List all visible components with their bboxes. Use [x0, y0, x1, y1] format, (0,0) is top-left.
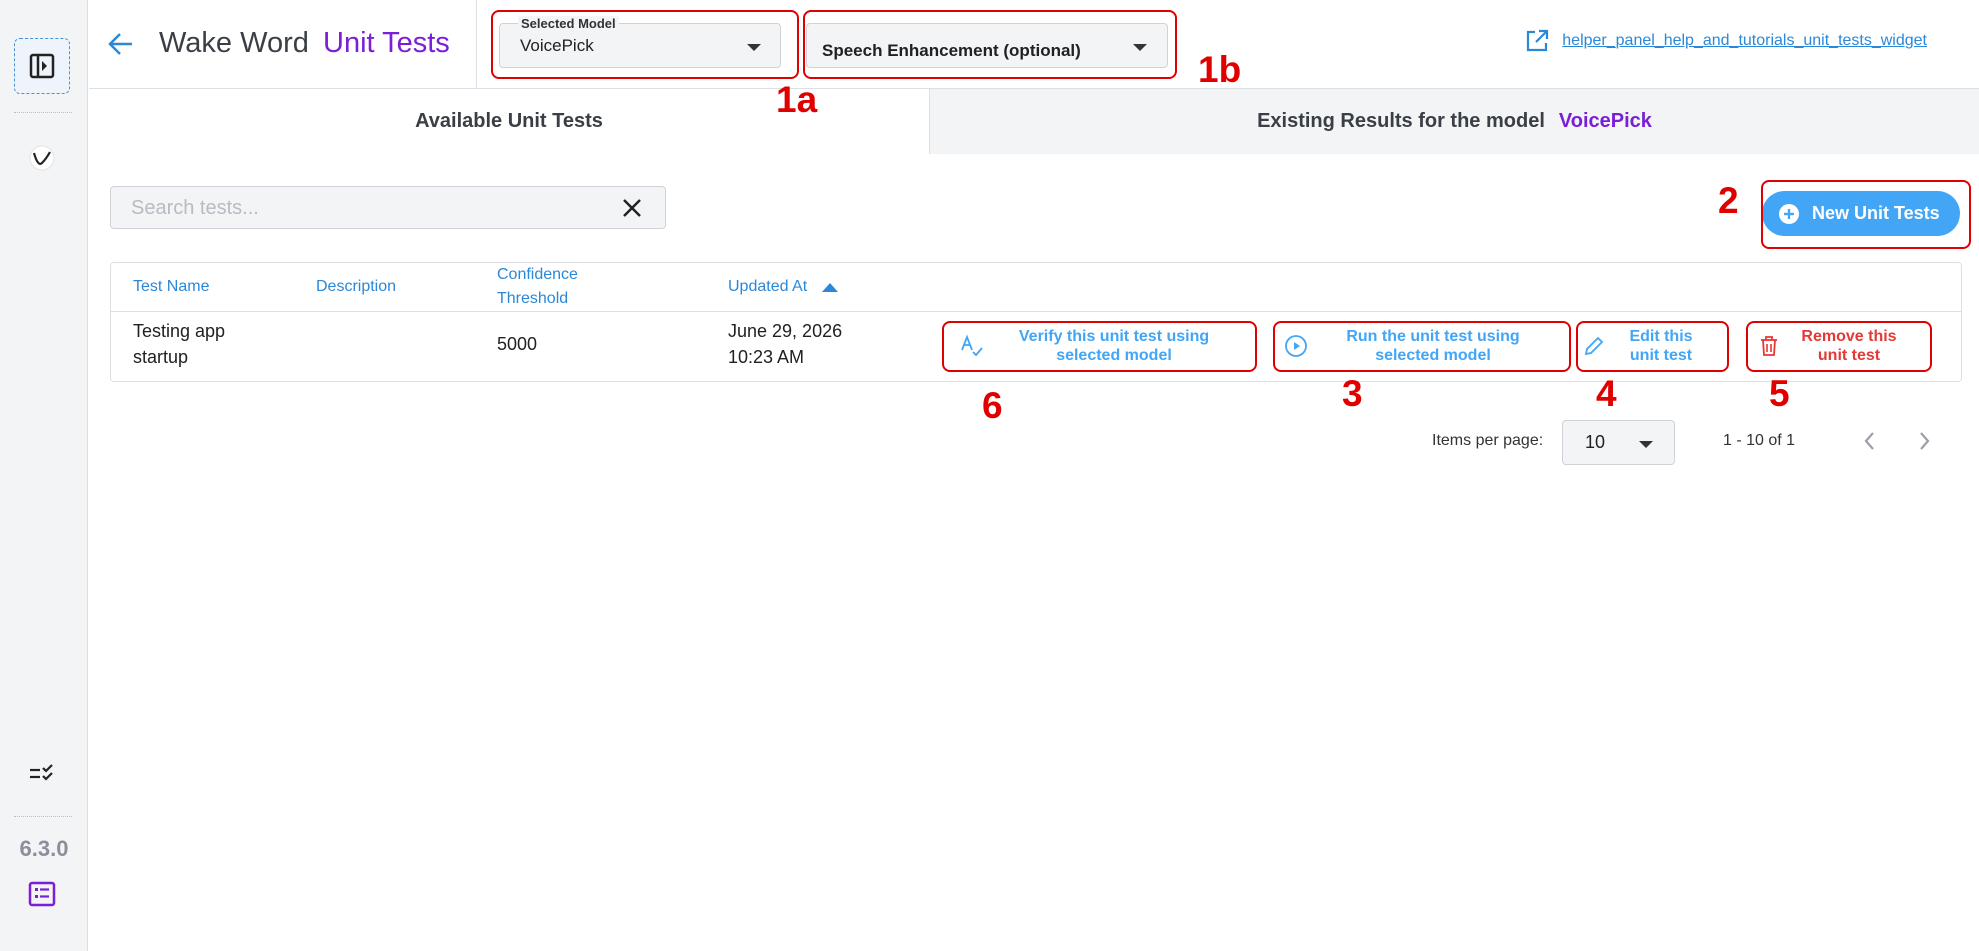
annotation-box-1b	[803, 10, 1177, 79]
annotation-4: 4	[1596, 373, 1617, 414]
annotation-box-5	[1746, 321, 1932, 372]
table-header: Test Name Description Confidence Thresho…	[111, 263, 1961, 312]
annotation-box-1a	[491, 10, 799, 79]
wave-icon	[29, 145, 55, 171]
annotation-1b: 1b	[1198, 49, 1242, 90]
sidebar: 6.3.0	[0, 0, 88, 951]
back-arrow-icon[interactable]	[103, 26, 139, 62]
tab-model-name: VoicePick	[1558, 110, 1652, 132]
panel-toggle-icon	[29, 53, 55, 79]
chevron-right-icon[interactable]	[1912, 428, 1936, 454]
column-header-description[interactable]: Description	[316, 275, 396, 299]
sidebar-item-wake-word[interactable]	[14, 130, 70, 186]
items-per-page-label: Items per page:	[1432, 432, 1544, 449]
checklist-icon	[30, 764, 53, 781]
page-title: Wake Word	[159, 27, 309, 59]
sidebar-item-release-notes[interactable]	[14, 866, 70, 922]
column-header-confidence[interactable]: Confidence Threshold	[497, 263, 578, 311]
toggle-panel-button[interactable]	[14, 38, 70, 94]
annotation-box-6	[942, 321, 1257, 372]
help-link[interactable]: helper_panel_help_and_tutorials_unit_tes…	[1524, 28, 1927, 54]
sidebar-separator	[14, 816, 72, 817]
column-header-updated-at[interactable]: Updated At	[728, 275, 839, 299]
items-per-page-select[interactable]: 10	[1562, 420, 1675, 465]
column-header-confidence-line2: Threshold	[497, 290, 569, 307]
annotation-box-4	[1576, 321, 1729, 372]
cell-test-name-line2: startup	[133, 347, 189, 367]
sidebar-item-unit-tests[interactable]	[14, 746, 70, 802]
cell-updated-at: June 29, 2026 10:23 AM	[728, 318, 842, 370]
app-root: 6.3.0 Wake Word Unit Tests Selected Mode…	[0, 0, 1979, 951]
annotation-2: 2	[1718, 180, 1739, 221]
cell-test-name: Testing app startup	[133, 318, 225, 370]
column-header-confidence-line1: Confidence	[497, 266, 578, 283]
sidebar-separator	[14, 112, 72, 113]
close-icon[interactable]	[621, 197, 643, 219]
column-header-test-name[interactable]: Test Name	[133, 275, 209, 299]
external-link-icon	[1527, 29, 1549, 52]
search-input[interactable]	[131, 194, 601, 222]
chevron-left-icon[interactable]	[1858, 428, 1882, 454]
tab-label: Available Unit Tests	[415, 110, 603, 132]
cell-updated-at-line1: June 29, 2026	[728, 321, 843, 341]
sort-ascending-icon	[822, 283, 839, 292]
list-box-icon	[28, 881, 56, 907]
cell-test-name-line1: Testing app	[133, 321, 226, 341]
version-label: 6.3.0	[19, 836, 69, 861]
help-link-text[interactable]: helper_panel_help_and_tutorials_unit_tes…	[1562, 32, 1927, 50]
tab-label: Existing Results for the model	[1257, 110, 1545, 132]
tabs: Available Unit Tests Existing Results fo…	[89, 89, 1979, 154]
chevron-down-icon	[1639, 441, 1653, 448]
page-title-accent: Unit Tests	[323, 27, 450, 59]
annotation-box-3	[1273, 321, 1571, 372]
items-per-page-value: 10	[1585, 432, 1606, 452]
tab-existing-results[interactable]: Existing Results for the model VoicePick	[929, 89, 1979, 154]
search-field	[110, 186, 666, 229]
pagination-range: 1 - 10 of 1	[1723, 432, 1796, 449]
annotation-box-2	[1761, 180, 1971, 249]
annotation-1a: 1a	[776, 79, 818, 120]
annotation-5: 5	[1769, 373, 1790, 414]
annotation-6: 6	[982, 385, 1003, 426]
column-header-updated-at-label: Updated At	[728, 278, 808, 295]
cell-updated-at-line2: 10:23 AM	[728, 347, 805, 367]
annotation-3: 3	[1342, 373, 1363, 414]
cell-confidence: 5000	[497, 334, 538, 354]
header-divider	[476, 0, 477, 89]
